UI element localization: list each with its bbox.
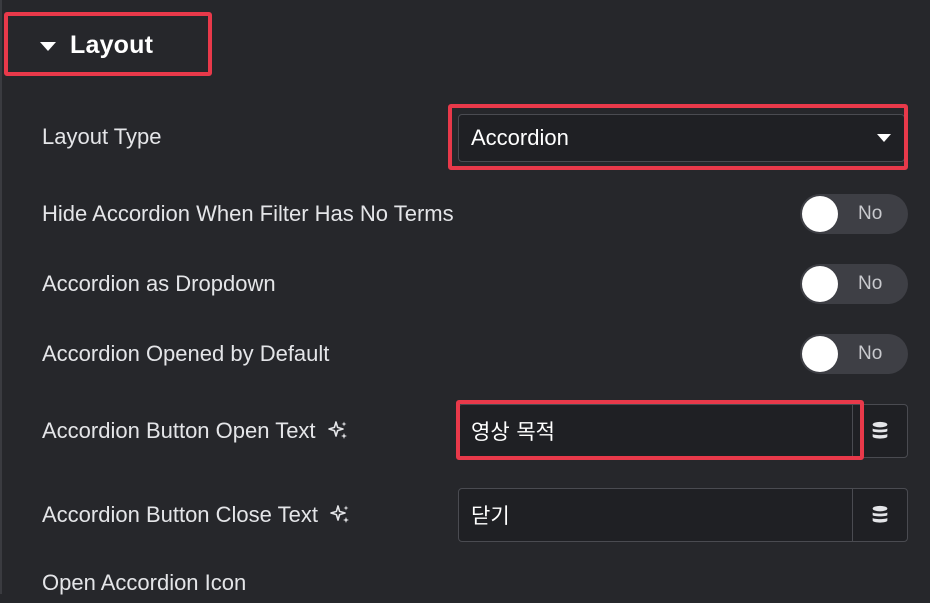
- close-text-input-group: [458, 488, 908, 542]
- open-icon-label-text: Open Accordion Icon: [42, 570, 247, 595]
- database-icon: [872, 421, 888, 439]
- hide-accordion-label-text: Hide Accordion When Filter Has No Terms: [42, 201, 454, 226]
- layout-type-label: Layout Type: [42, 117, 161, 157]
- section-header-layout[interactable]: Layout: [40, 24, 153, 66]
- open-text-input-group: [458, 404, 908, 458]
- hide-accordion-label: Hide Accordion When Filter Has No Terms: [42, 194, 454, 234]
- open-icon-label: Open Accordion Icon: [42, 563, 246, 603]
- toggle-state-text: No: [858, 203, 883, 224]
- settings-panel: Layout Layout Type Accordion Hide Accord…: [0, 0, 930, 595]
- toggle-state-text: No: [858, 343, 883, 364]
- hide-accordion-toggle[interactable]: No: [800, 194, 908, 234]
- layout-type-select[interactable]: Accordion: [458, 114, 905, 162]
- accordion-dropdown-label: Accordion as Dropdown: [42, 264, 276, 304]
- accordion-opened-toggle[interactable]: No: [800, 334, 908, 374]
- accordion-dropdown-toggle[interactable]: No: [800, 264, 908, 304]
- toggle-knob: [802, 336, 838, 372]
- close-text-label-text: Accordion Button Close Text: [42, 502, 318, 527]
- section-title: Layout: [70, 30, 154, 59]
- dynamic-tags-button[interactable]: [852, 489, 907, 541]
- open-text-label-text: Accordion Button Open Text: [42, 418, 316, 443]
- accordion-dropdown-label-text: Accordion as Dropdown: [42, 271, 276, 296]
- close-text-input[interactable]: [459, 489, 852, 541]
- close-text-label: Accordion Button Close Text: [42, 495, 352, 535]
- sparkle-icon[interactable]: [328, 503, 352, 527]
- chevron-down-icon: [877, 134, 891, 142]
- accordion-opened-label-text: Accordion Opened by Default: [42, 341, 330, 366]
- open-text-label: Accordion Button Open Text: [42, 411, 350, 451]
- toggle-knob: [802, 266, 838, 302]
- layout-type-value: Accordion: [471, 125, 569, 150]
- accordion-opened-label: Accordion Opened by Default: [42, 334, 329, 374]
- toggle-state-text: No: [858, 273, 883, 294]
- toggle-knob: [802, 196, 838, 232]
- sparkle-icon[interactable]: [326, 419, 350, 443]
- open-text-input[interactable]: [459, 405, 852, 457]
- layout-type-label-text: Layout Type: [42, 124, 162, 149]
- dynamic-tags-button[interactable]: [852, 405, 907, 457]
- database-icon: [872, 505, 888, 523]
- caret-down-icon: [40, 41, 56, 51]
